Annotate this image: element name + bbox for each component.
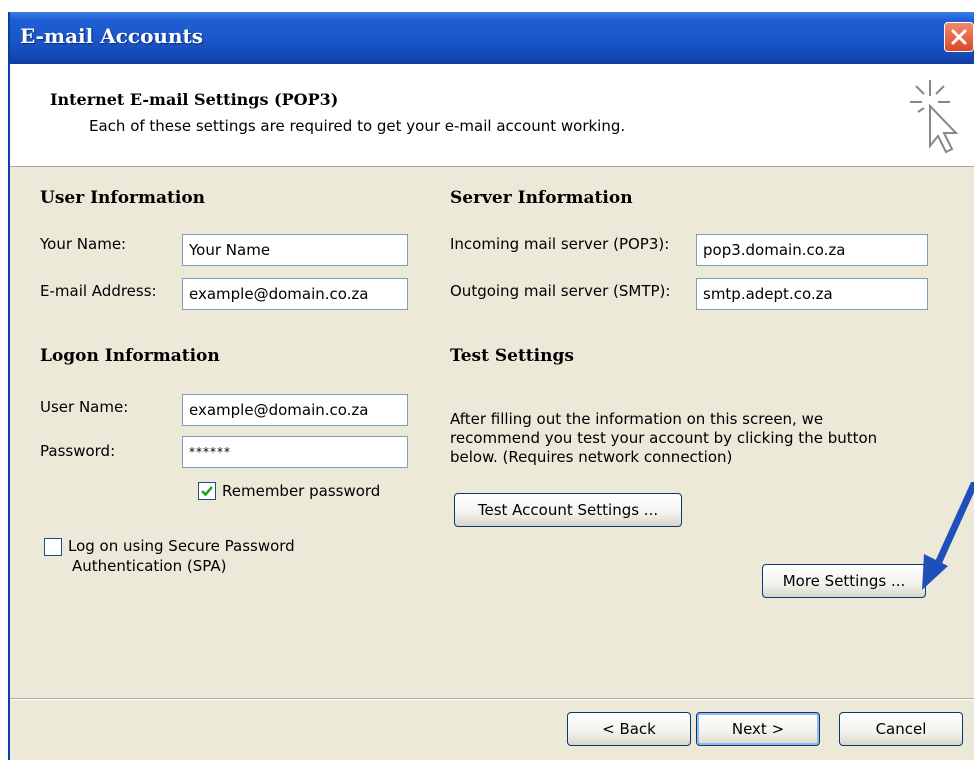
cancel-button[interactable]: Cancel [839, 712, 963, 746]
your-name-label: Your Name: [40, 235, 127, 253]
spa-label: Log on using Secure Password Authenticat… [68, 536, 295, 576]
email-address-label: E-mail Address: [40, 282, 157, 300]
test-settings-heading: Test Settings [450, 346, 574, 366]
wizard-header: Internet E-mail Settings (POP3) Each of … [10, 64, 974, 167]
next-button[interactable]: Next > [696, 712, 820, 746]
close-button[interactable] [944, 22, 974, 52]
footer-divider [10, 698, 974, 700]
email-accounts-dialog: E-mail Accounts Internet E-mail Settings… [8, 12, 974, 760]
test-settings-description: After filling out the information on thi… [450, 410, 878, 466]
back-button[interactable]: < Back [567, 712, 691, 746]
password-field[interactable]: ****** [182, 436, 408, 468]
test-account-settings-button[interactable]: Test Account Settings ... [454, 493, 682, 527]
server-information-heading: Server Information [450, 188, 633, 208]
incoming-server-field[interactable]: pop3.domain.co.za [696, 234, 928, 266]
annotation-arrow-icon [922, 482, 974, 590]
spa-checkbox[interactable] [44, 538, 62, 556]
password-label: Password: [40, 442, 116, 460]
incoming-server-label: Incoming mail server (POP3): [450, 235, 670, 253]
checkmark-icon [201, 486, 213, 497]
logon-information-heading: Logon Information [40, 346, 220, 366]
remember-password-label: Remember password [222, 482, 381, 500]
user-name-field[interactable]: example@domain.co.za [182, 394, 408, 426]
user-information-heading: User Information [40, 188, 206, 208]
close-icon [951, 29, 967, 45]
more-settings-button[interactable]: More Settings ... [762, 564, 926, 598]
header-title: Internet E-mail Settings (POP3) [50, 90, 339, 109]
wizard-cursor-icon [910, 80, 959, 154]
header-subtitle: Each of these settings are required to g… [89, 117, 626, 135]
window-title: E-mail Accounts [20, 24, 203, 48]
user-name-label: User Name: [40, 398, 129, 416]
your-name-field[interactable]: Your Name [182, 234, 408, 266]
outgoing-server-label: Outgoing mail server (SMTP): [450, 282, 671, 300]
spa-label-line1: Log on using Secure Password [68, 537, 295, 555]
outgoing-server-field[interactable]: smtp.adept.co.za [696, 278, 928, 310]
remember-password-checkbox[interactable] [198, 482, 216, 500]
email-address-field[interactable]: example@domain.co.za [182, 278, 408, 310]
spa-label-line2: Authentication (SPA) [72, 557, 227, 575]
title-bar[interactable]: E-mail Accounts [10, 12, 974, 64]
